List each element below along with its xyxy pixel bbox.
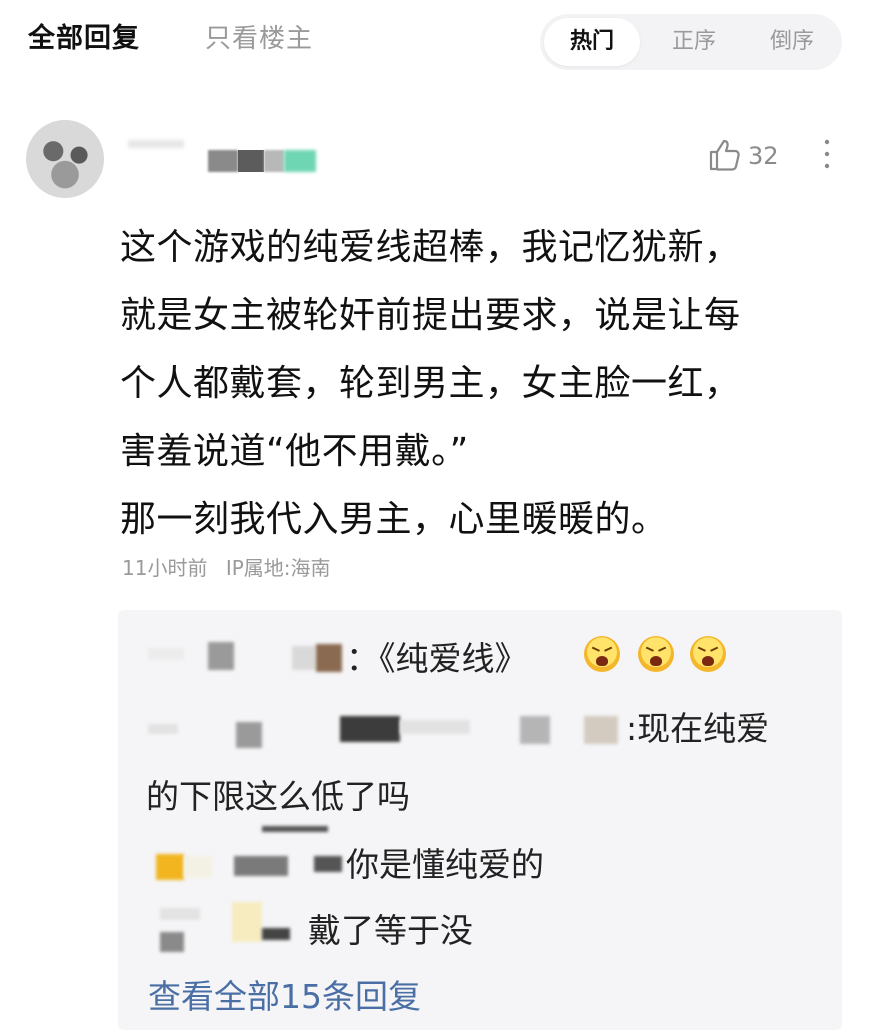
reply-text: :现在纯爱: [626, 709, 770, 748]
comment-meta: 11小时前 IP属地:海南: [122, 552, 331, 581]
emoji-laughing-icon: [638, 636, 674, 672]
reply-username-redacted[interactable]: [236, 722, 262, 748]
reply-username-redacted[interactable]: [160, 908, 200, 920]
reply-username-redacted[interactable]: [184, 856, 212, 878]
reply-username-redacted[interactable]: [400, 720, 470, 734]
view-all-replies-link[interactable]: 查看全部15条回复: [148, 970, 421, 1018]
reply-tab-bar: 全部回复 只看楼主 热门 正序 倒序: [0, 0, 872, 80]
comment-line: 个人都戴套，轮到男主，女主脸一红，: [120, 363, 741, 404]
reply-username-redacted[interactable]: [316, 644, 342, 672]
sort-hot-button[interactable]: 热门: [544, 18, 640, 66]
reply-username-redacted[interactable]: [584, 716, 618, 744]
comment-line: 就是女主被轮奸前提出要求，说是让每: [120, 295, 741, 336]
reply-username-redacted[interactable]: [520, 716, 550, 744]
tab-all-replies[interactable]: 全部回复: [28, 16, 140, 55]
username-pixelated: [208, 150, 238, 172]
sort-ascending-button[interactable]: 正序: [648, 14, 740, 70]
reply-text: 你是懂纯爱的: [346, 845, 544, 884]
reply-text: 的下限这么低了吗: [146, 777, 410, 816]
reply-text: ：《纯爱线》: [346, 639, 528, 678]
comment-line: 害羞说道“他不用戴。”: [120, 431, 469, 472]
comment-line: 这个游戏的纯爱线超棒，我记忆犹新，: [120, 227, 741, 268]
reply-username-redacted[interactable]: [262, 928, 290, 940]
sort-toggle-group: 热门 正序 倒序: [540, 14, 842, 70]
reply-text: 戴了等于没: [308, 911, 473, 950]
reply-username-redacted[interactable]: [292, 646, 316, 670]
username-pixelated: [238, 150, 264, 172]
username-pixelated: [284, 150, 316, 172]
username-pixelated: [264, 150, 284, 172]
reply-username-redacted[interactable]: [262, 826, 328, 832]
thumbs-up-icon[interactable]: [708, 138, 742, 172]
comment-ip-location: IP属地:海南: [225, 556, 331, 580]
comment-line: 那一刻我代入男主，心里暖暖的。: [120, 499, 668, 540]
reply-username-redacted[interactable]: [314, 856, 342, 872]
reply-username-redacted[interactable]: [208, 642, 234, 670]
comment-time: 11小时前: [122, 556, 208, 580]
reply-username-redacted[interactable]: [148, 648, 184, 660]
emoji-laughing-icon: [690, 636, 726, 672]
reply-username-redacted[interactable]: [232, 902, 262, 942]
sort-descending-button[interactable]: 倒序: [744, 14, 840, 70]
emoji-laughing-icon: [584, 636, 620, 672]
reply-username-redacted[interactable]: [160, 932, 184, 952]
comment-text: 这个游戏的纯爱线超棒，我记忆犹新， 就是女主被轮奸前提出要求，说是让每 个人都戴…: [120, 214, 850, 554]
username-redacted[interactable]: [128, 140, 184, 148]
tab-only-op[interactable]: 只看楼主: [205, 18, 313, 55]
reply-username-redacted[interactable]: [340, 716, 400, 742]
reply-username-redacted[interactable]: [234, 856, 288, 876]
avatar[interactable]: [26, 120, 104, 198]
reply-username-redacted[interactable]: [156, 854, 184, 880]
like-count: 32: [748, 142, 779, 170]
more-vertical-icon[interactable]: [822, 136, 832, 172]
reply-username-redacted[interactable]: [148, 724, 178, 734]
